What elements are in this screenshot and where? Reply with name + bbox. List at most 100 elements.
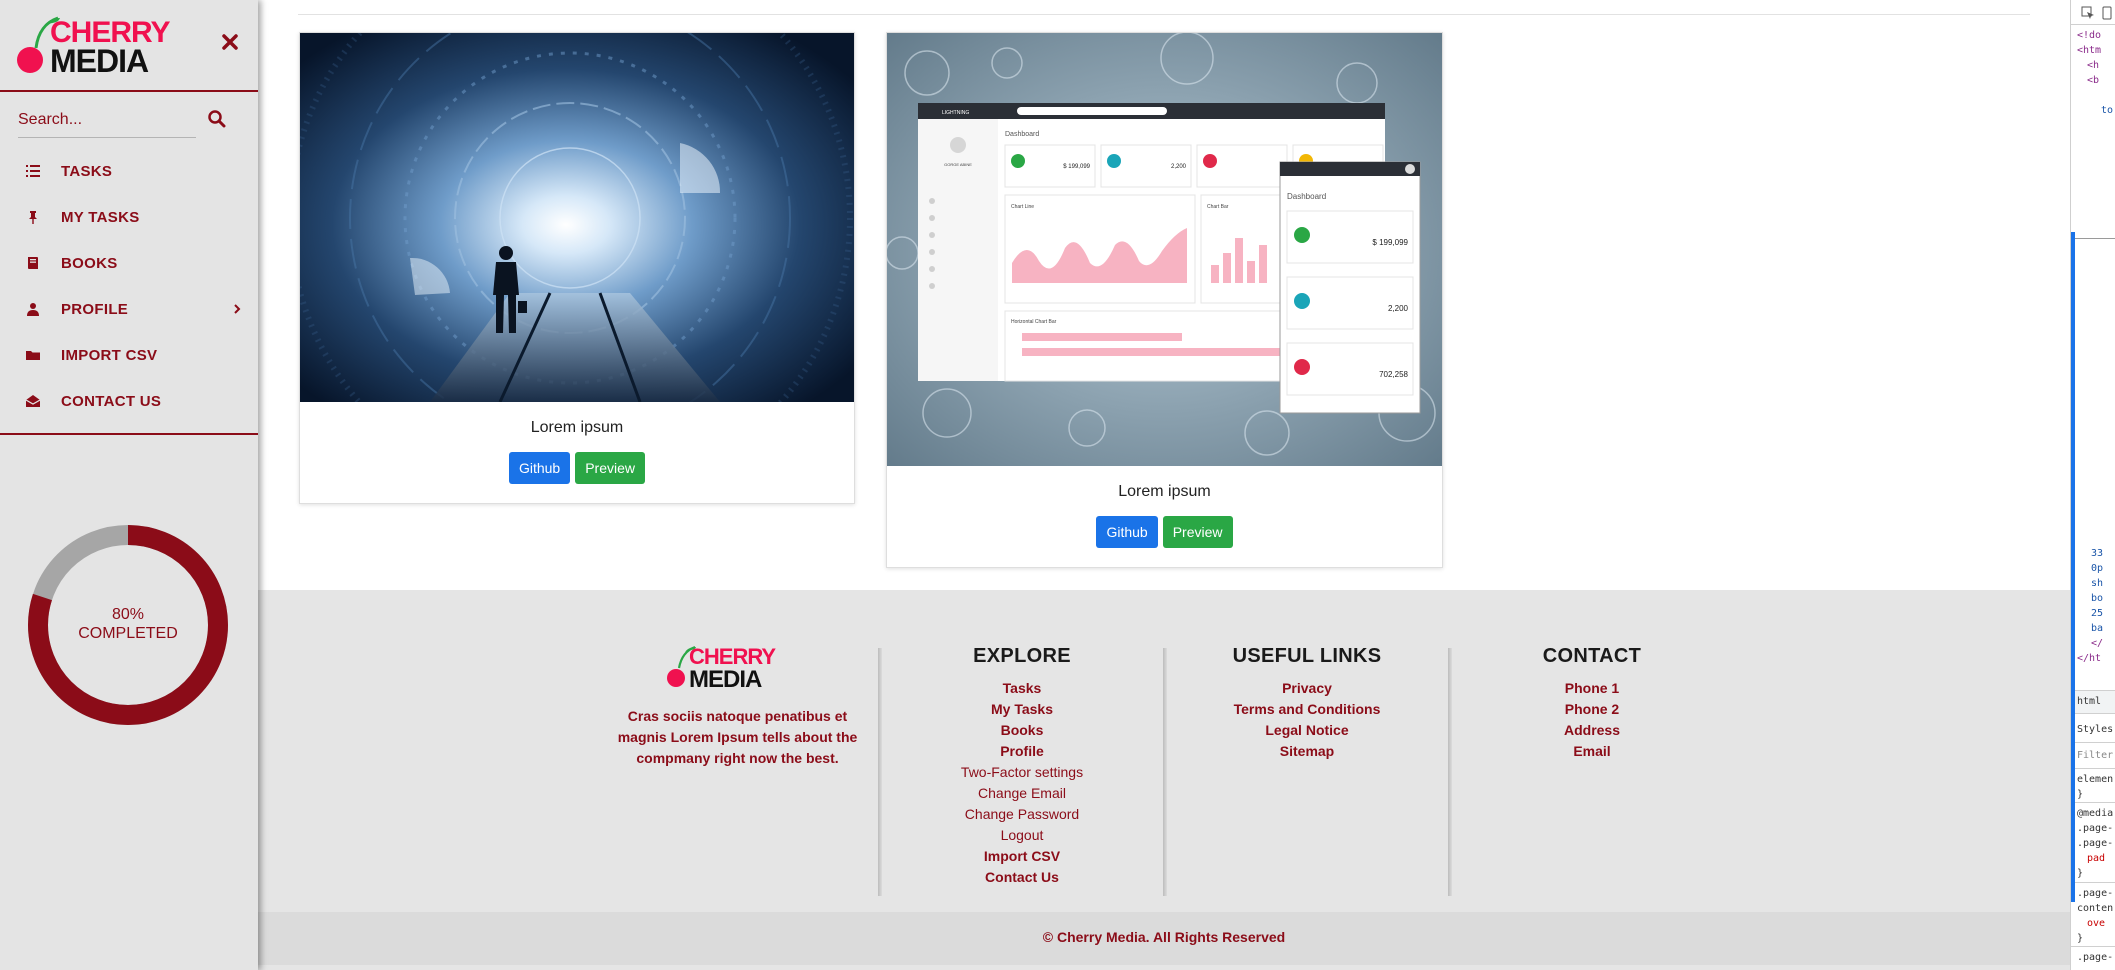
chevron-right-icon [234, 304, 241, 314]
mobile-dashboard-title: Dashboard [1287, 192, 1326, 201]
footer-link-email[interactable]: Email [1452, 741, 1732, 762]
devtools-css-line: .page- [2077, 838, 2114, 849]
inspect-element-icon[interactable] [2081, 6, 2095, 20]
devtools-code-line[interactable]: <b [2087, 75, 2099, 86]
sidebar-item-import-csv[interactable]: IMPORT CSV [0, 332, 258, 378]
devtools-code-line[interactable]: sh [2091, 578, 2103, 589]
project-title: Lorem ipsum [530, 419, 624, 436]
search-input[interactable] [18, 106, 196, 134]
footer-link-legal-notice[interactable]: Legal Notice [1167, 720, 1447, 741]
preview-button[interactable]: Preview [1162, 516, 1233, 548]
sidebar-item-label: TASKS [61, 162, 113, 180]
project-card: Lorem ipsum Github Preview [299, 32, 855, 504]
content-divider [298, 14, 2030, 15]
devtools-css-line: .page- [2077, 823, 2114, 834]
devtools-code-line[interactable]: 25 [2091, 608, 2103, 619]
footer-link-books[interactable]: Books [882, 720, 1162, 741]
pin-icon [29, 211, 37, 224]
sidebar-item-tasks[interactable]: TASKS [0, 148, 258, 194]
project-card: LIGHTNING GORGE ABINE Dashboard $ 199,09… [886, 32, 1443, 568]
cherry-media-logo[interactable]: CHERRY MEDIA [14, 12, 214, 76]
close-icon [222, 34, 238, 50]
footer-logo-text-media: MEDIA [689, 666, 762, 690]
list-icon [26, 165, 40, 177]
progress-caption: COMPLETED [78, 625, 178, 642]
devtools-css-line: @media [2077, 808, 2114, 819]
github-button[interactable]: Github [508, 452, 571, 484]
search-field [18, 106, 196, 138]
footer-link-profile[interactable]: Profile [882, 741, 1162, 762]
search-icon[interactable] [207, 109, 227, 129]
sidebar-item-books[interactable]: BOOKS [0, 240, 258, 286]
footer-link-phone-2[interactable]: Phone 2 [1452, 699, 1732, 720]
footer-link-import-csv[interactable]: Import CSV [882, 846, 1162, 867]
devtools-code-line[interactable]: <htm [2077, 45, 2101, 56]
devtools-element-tab[interactable]: html [2077, 696, 2101, 707]
footer-link-address[interactable]: Address [1452, 720, 1732, 741]
footer-link-tasks[interactable]: Tasks [882, 678, 1162, 699]
devtools-resize-handle[interactable] [2071, 232, 2075, 902]
app-window: CHERRY MEDIA TASKS [0, 0, 2115, 970]
devtools-code-line[interactable]: </ [2091, 638, 2103, 649]
devtools-rule-border [2071, 946, 2115, 947]
footer-useful-links: USEFUL LINKS Privacy Terms and Condition… [1167, 645, 1447, 762]
chart-line-title: Chart Line [1011, 204, 1034, 210]
devtools-panel: <!do <htm <h <b to 33 0p sh bo 25 ba </ … [2070, 0, 2115, 970]
dashboard-title: Dashboard [1005, 131, 1039, 138]
envelope-open-icon [26, 395, 40, 407]
devtools-tabs: html [2071, 690, 2115, 714]
footer-link-terms[interactable]: Terms and Conditions [1167, 699, 1447, 720]
mobile-stat-revenue-value: $ 199,099 [1372, 238, 1408, 247]
footer-link-my-tasks[interactable]: My Tasks [882, 699, 1162, 720]
devtools-styles-tab[interactable]: Styles [2077, 724, 2113, 735]
preview-button[interactable]: Preview [575, 452, 646, 484]
footer-link-logout[interactable]: Logout [882, 825, 1162, 846]
sidebar-item-profile[interactable]: PROFILE [0, 286, 258, 332]
footer-contact-heading: CONTACT [1542, 645, 1642, 667]
progress-value: 80% [111, 606, 145, 623]
sidebar-divider [0, 90, 258, 92]
stat-revenue-value: $ 199,099 [1063, 164, 1090, 170]
devtools-css-line: pad [2087, 853, 2106, 864]
sidebar-item-contact-us[interactable]: CONTACT US [0, 378, 258, 424]
sidebar-item-my-tasks[interactable]: MY TASKS [0, 194, 258, 240]
user-icon [27, 303, 39, 316]
devtools-code-line[interactable]: ba [2091, 623, 2103, 634]
footer-link-change-email[interactable]: Change Email [882, 783, 1162, 804]
chart-hbar-title: Horizontal Chart Bar [1011, 319, 1057, 325]
devtools-css-line: } [2077, 868, 2084, 879]
mobile-stat-visitors-value: 702,258 [1379, 370, 1408, 379]
dashboard-app-name: LIGHTNING [942, 110, 969, 116]
footer-link-sitemap[interactable]: Sitemap [1167, 741, 1447, 762]
footer-link-contact-us[interactable]: Contact Us [882, 867, 1162, 888]
sidebar-item-label: PROFILE [61, 300, 129, 318]
devtools-code-line[interactable]: <h [2087, 60, 2099, 71]
footer-contact: CONTACT Phone 1 Phone 2 Address Email [1452, 645, 1732, 762]
devtools-code-line[interactable]: bo [2091, 593, 2103, 604]
footer-about-text: Cras sociis natoque penatibus et magnis … [617, 708, 858, 766]
close-sidebar-button[interactable] [218, 30, 242, 54]
project-title: Lorem ipsum [1118, 483, 1211, 500]
footer-link-privacy[interactable]: Privacy [1167, 678, 1447, 699]
devtools-code-line[interactable]: </ht [2077, 653, 2101, 664]
sidebar-item-label: CONTACT US [61, 392, 162, 410]
devtools-code-line[interactable]: 33 [2091, 548, 2103, 559]
logo-text-media: MEDIA [50, 43, 149, 76]
sidebar-nav: TASKS MY TASKS BOOKS PROFILE IMPORT CSV … [0, 148, 258, 424]
devtools-css-line: } [2077, 789, 2084, 800]
footer-link-change-password[interactable]: Change Password [882, 804, 1162, 825]
footer-link-two-factor[interactable]: Two-Factor settings [882, 762, 1162, 783]
footer-link-phone-1[interactable]: Phone 1 [1452, 678, 1732, 699]
footer-useful-links-heading: USEFUL LINKS [1232, 645, 1382, 667]
footer-explore: EXPLORE Tasks My Tasks Books Profile Two… [882, 645, 1162, 888]
footer-logo[interactable]: CHERRY MEDIA [665, 642, 810, 690]
devtools-code-line[interactable]: 0p [2091, 563, 2103, 574]
devtools-code-line[interactable]: <!do [2077, 30, 2101, 41]
devtools-filter-input[interactable]: Filter [2077, 750, 2113, 761]
devtools-code-line[interactable]: to [2101, 105, 2113, 116]
devtools-section-border [2071, 238, 2115, 239]
stat-orders-value: 2,200 [1171, 164, 1187, 170]
github-button[interactable]: Github [1096, 516, 1158, 548]
sidebar-item-label: IMPORT CSV [61, 346, 158, 364]
device-toolbar-icon[interactable] [2102, 6, 2112, 20]
